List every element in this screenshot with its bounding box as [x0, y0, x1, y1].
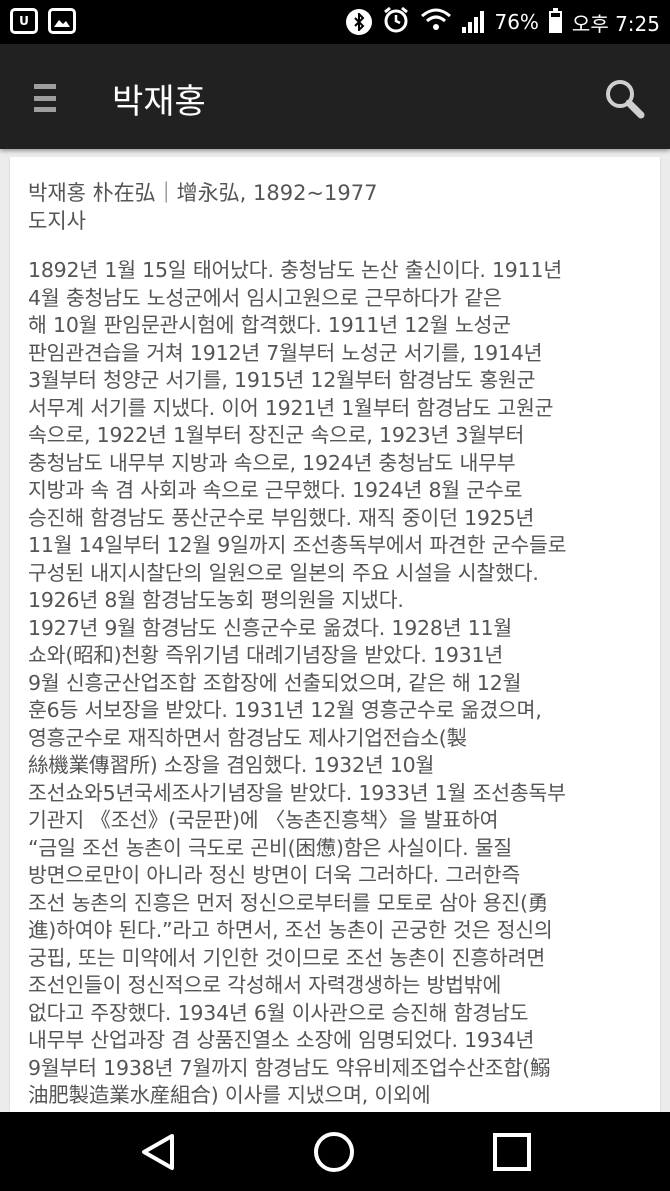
entry-body-text: 1892년 1월 15일 태어났다. 충청남도 논산 출신이다. 1911년 4… [28, 258, 567, 1107]
wifi-icon [420, 7, 452, 37]
bluetooth-icon [346, 9, 373, 35]
navigation-bar [0, 1112, 670, 1191]
entry-header: 박재홍 朴在弘｜增永弘, 1892~1977 도지사 [10, 157, 660, 235]
entry-heading-name: 박재홍 朴在弘｜增永弘, 1892~1977 [28, 181, 378, 205]
alarm-icon [382, 6, 410, 38]
status-time: 오후 7:25 [571, 11, 660, 36]
page-title: 박재홍 [112, 82, 206, 122]
entry-card: 박재홍 朴在弘｜增永弘, 1892~1977 도지사 1892년 1월 15일 … [10, 157, 660, 1112]
battery-icon [548, 8, 562, 33]
image-icon [48, 8, 76, 34]
app-bar: 박재홍 [0, 44, 670, 149]
u-plus-icon: U [10, 8, 38, 34]
signal-icon [462, 11, 485, 33]
status-right-icons: 76% 오후 7:25 [346, 6, 660, 38]
status-bar: U 76% 오후 7:25 [0, 0, 670, 44]
recent-apps-icon[interactable] [490, 1130, 534, 1174]
entry-heading-title: 도지사 [28, 209, 86, 233]
menu-icon[interactable] [34, 84, 56, 112]
search-icon[interactable] [602, 76, 646, 120]
battery-percent: 76% [494, 10, 539, 34]
home-icon[interactable] [312, 1130, 356, 1174]
back-icon[interactable] [136, 1130, 180, 1174]
status-left-icons: U [10, 8, 76, 34]
